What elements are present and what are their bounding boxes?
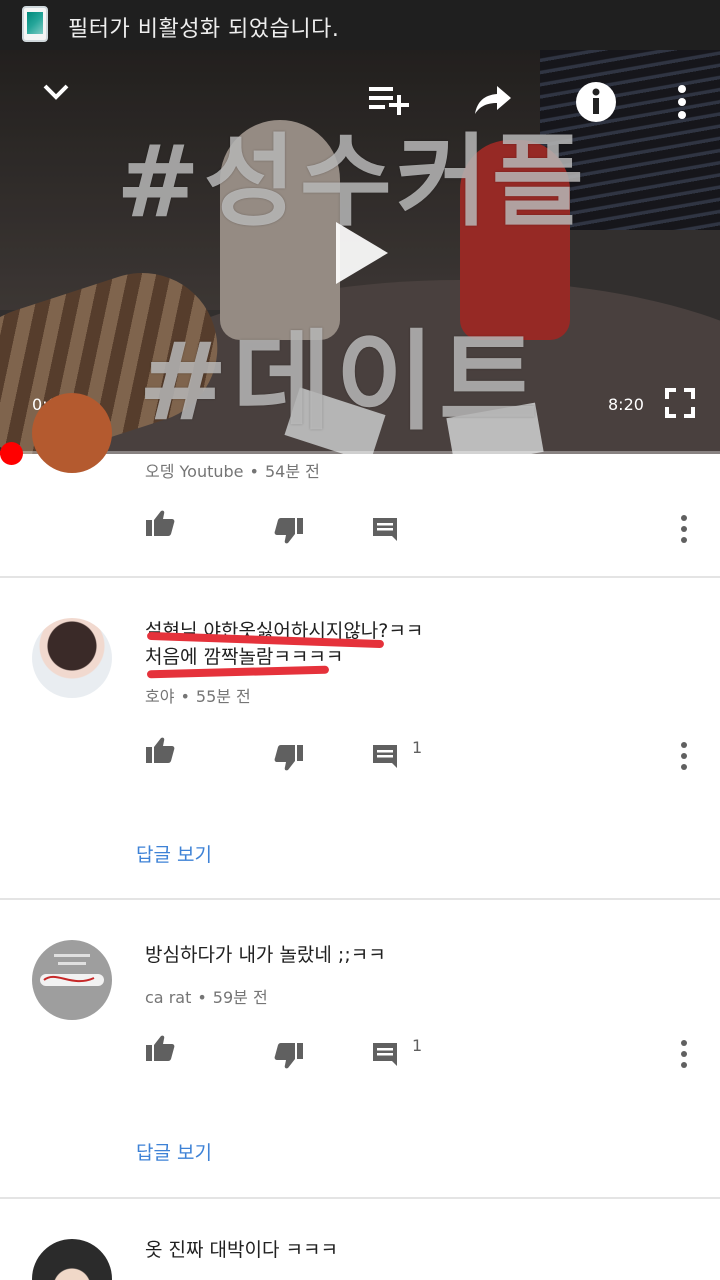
comment-meta: ca rat • 59분 전 xyxy=(145,988,268,1007)
dislike-icon[interactable] xyxy=(271,1038,307,1074)
reply-count: 1 xyxy=(412,738,423,757)
chevron-down-icon[interactable] xyxy=(34,70,78,114)
comment-item: 옷 진짜 대박이다 ㅋㅋㅋ xyxy=(0,1199,720,1280)
view-replies-link[interactable]: 답글 보기 xyxy=(136,1138,212,1165)
filter-notification-text: 필터가 비활성화 되었습니다. xyxy=(68,17,340,42)
play-icon[interactable] xyxy=(332,220,392,286)
phone-app-icon xyxy=(22,6,48,42)
like-icon[interactable] xyxy=(142,1030,178,1066)
comment-item: 방심하다가 내가 놀랐네 ;;ㅋㅋ ca rat • 59분 전 1 답글 보기 xyxy=(0,900,720,1197)
video-duration: 8:20 xyxy=(608,395,644,414)
fullscreen-icon[interactable] xyxy=(658,381,702,425)
avatar[interactable] xyxy=(32,393,112,473)
avatar[interactable] xyxy=(32,618,112,698)
comment-text: 옷 진짜 대박이다 ㅋㅋㅋ xyxy=(145,1239,338,1261)
comment-meta: 오뎅 Youtube • 54분 전 xyxy=(145,462,320,481)
add-to-playlist-icon[interactable] xyxy=(366,78,410,122)
status-bar: 필터가 비활성화 되었습니다. xyxy=(0,0,720,50)
comment-time: 59분 전 xyxy=(212,988,268,1007)
comment-item: 오뎅 Youtube • 54분 전 xyxy=(0,393,720,576)
view-replies-link[interactable]: 답글 보기 xyxy=(136,840,212,867)
like-icon[interactable] xyxy=(142,732,178,768)
avatar[interactable] xyxy=(32,1239,112,1280)
comment-author[interactable]: ca rat xyxy=(145,988,191,1007)
reply-count: 1 xyxy=(412,1036,423,1055)
reply-icon[interactable] xyxy=(367,738,403,774)
comment-author[interactable]: 오뎅 Youtube xyxy=(145,462,244,481)
comment-meta: 호야 • 55분 전 xyxy=(145,687,251,706)
dislike-icon[interactable] xyxy=(271,740,307,776)
reply-icon[interactable] xyxy=(367,1036,403,1072)
comment-more-icon[interactable] xyxy=(672,511,696,547)
comments-list: 오뎅 Youtube • 54분 전 설현님 야한옷싫어하시지않나?ㅋㅋ 처음에 깜… xyxy=(0,393,720,1280)
info-icon[interactable] xyxy=(574,80,618,124)
comment-text: 방심하다가 내가 놀랐네 ;;ㅋㅋ xyxy=(145,944,386,966)
avatar[interactable] xyxy=(32,940,112,1020)
comment-item: 설현님 야한옷싫어하시지않나?ㅋㅋ 처음에 깜짝놀람ㅋㅋㅋㅋ 호야 • 55분 전 … xyxy=(0,578,720,898)
comment-author[interactable]: 호야 xyxy=(145,687,174,706)
more-vert-icon[interactable] xyxy=(660,80,704,124)
comment-time: 54분 전 xyxy=(264,462,320,481)
reply-icon[interactable] xyxy=(367,511,403,547)
comment-more-icon[interactable] xyxy=(672,738,696,774)
comment-more-icon[interactable] xyxy=(672,1036,696,1072)
comment-time: 55분 전 xyxy=(195,687,251,706)
share-icon[interactable] xyxy=(471,78,515,122)
video-player[interactable]: #성수커플 #데이트 0:04 8:20 xyxy=(0,50,720,454)
like-icon[interactable] xyxy=(142,505,178,541)
dislike-icon[interactable] xyxy=(271,513,307,549)
